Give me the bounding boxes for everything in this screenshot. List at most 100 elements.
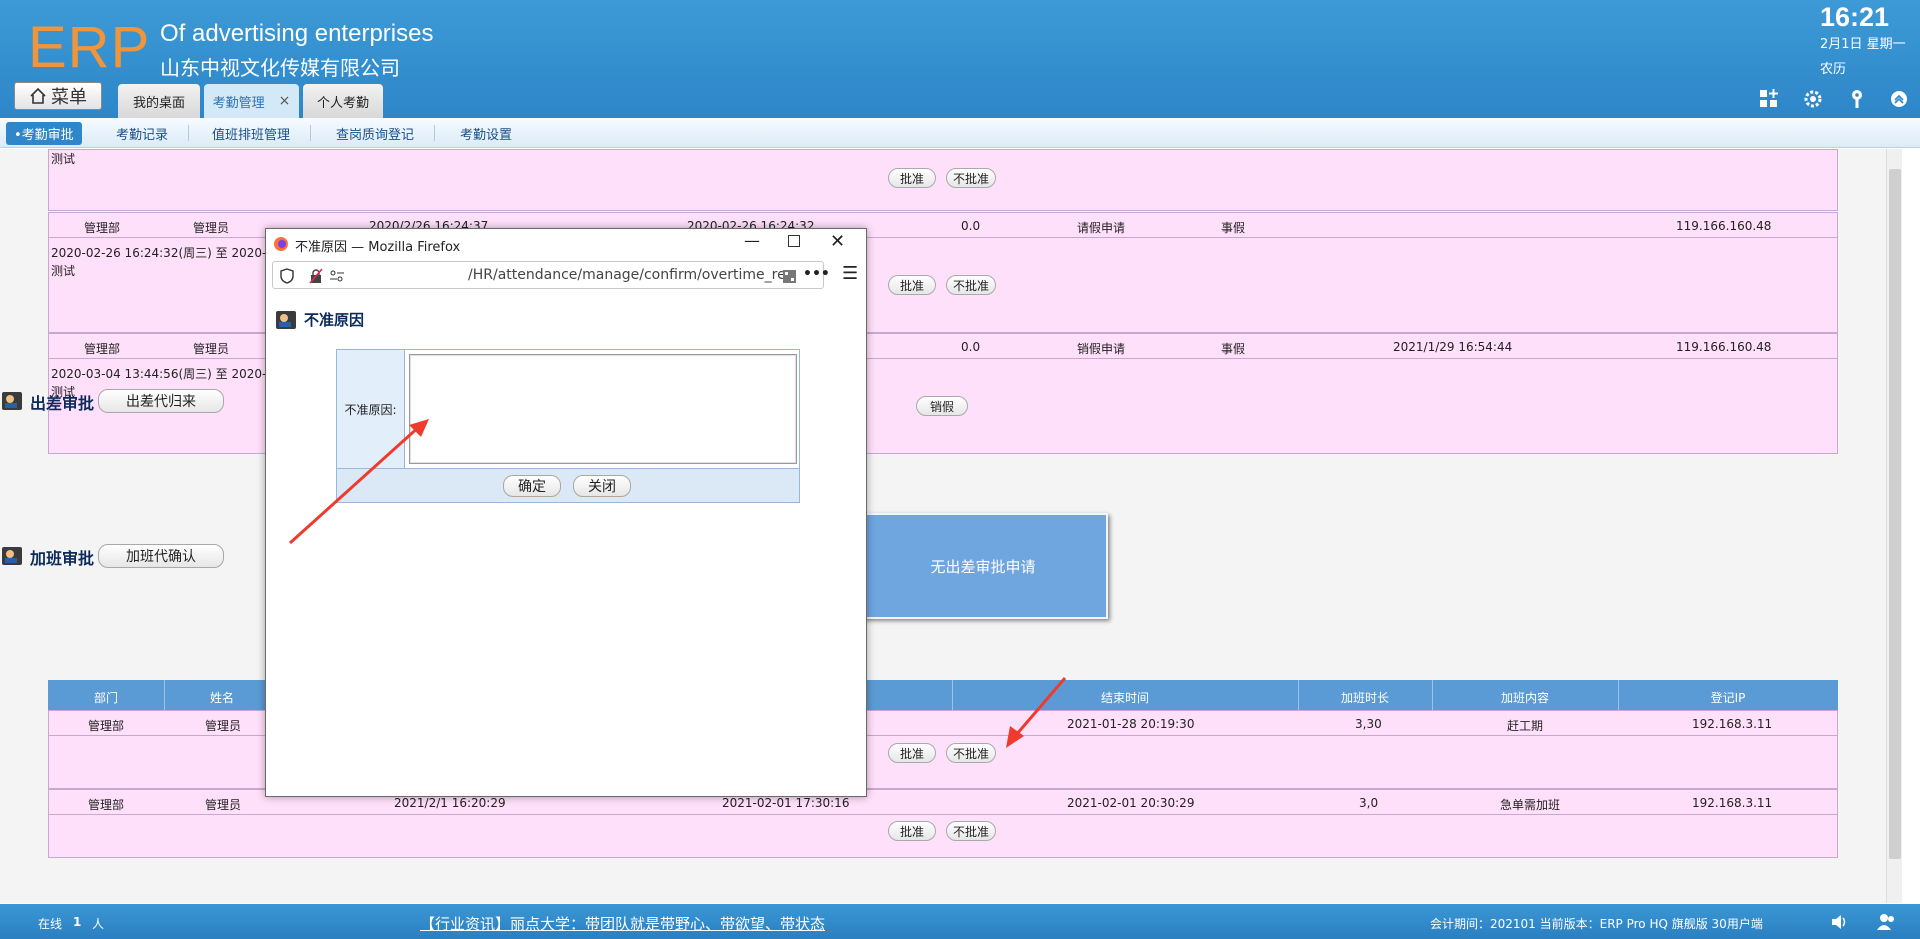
type-cell: 销假申请 bbox=[1077, 342, 1126, 356]
close-icon[interactable]: × bbox=[279, 93, 291, 109]
dept-cell: 管理部 bbox=[88, 719, 125, 733]
tab-my-desktop[interactable]: 我的桌面 bbox=[118, 84, 200, 118]
sub-navigation: •考勤审批 考勤记录 值班排班管理 查岗质询登记 考勤设置 bbox=[0, 118, 1920, 148]
duration-cell: 0.0 bbox=[961, 340, 981, 354]
tab-label: 考勤管理 bbox=[212, 95, 265, 111]
leave-range: 2020-03-04 13:44:56(周三) 至 2020-03 bbox=[51, 367, 282, 381]
leave-detail-row: 测试 批准 不批准 bbox=[48, 149, 1838, 211]
approve-button[interactable]: 批准 bbox=[888, 743, 936, 763]
divider bbox=[310, 125, 311, 141]
dialog-titlebar: 不准原因 — Mozilla Firefox — ✕ bbox=[266, 229, 866, 259]
dialog-heading: 不准原因 bbox=[304, 311, 365, 329]
end-cell: 2021-02-01 20:30:29 bbox=[1067, 796, 1195, 810]
hours-cell: 3,0 bbox=[1359, 796, 1379, 810]
subnav-check-inquiry[interactable]: 查岗质询登记 bbox=[336, 124, 414, 143]
divider bbox=[434, 125, 435, 141]
approval-icon bbox=[276, 311, 296, 329]
address-bar[interactable]: /HR/attendance/manage/confirm/overtime_r… bbox=[272, 261, 830, 289]
home-icon bbox=[30, 87, 46, 104]
collapse-up-icon[interactable] bbox=[1886, 86, 1912, 112]
approval-icon bbox=[2, 392, 22, 410]
column-header: 部门 bbox=[93, 691, 118, 705]
no-trip-message: 无出差审批申请 bbox=[858, 513, 1108, 619]
ip-cell: 119.166.160.48 bbox=[1676, 340, 1772, 354]
reject-button[interactable]: 不批准 bbox=[946, 743, 996, 763]
online-count: 1 bbox=[73, 915, 82, 929]
column-header: 加班时长 bbox=[1340, 691, 1389, 705]
subnav-attendance-settings[interactable]: 考勤设置 bbox=[460, 124, 512, 143]
confirm-button[interactable]: 确定 bbox=[503, 475, 561, 497]
ip-cell: 192.168.3.11 bbox=[1692, 796, 1773, 810]
tab-label: 个人考勤 bbox=[316, 95, 369, 111]
column-header: 加班内容 bbox=[1500, 691, 1549, 705]
key-icon[interactable] bbox=[1844, 86, 1870, 112]
users-icon[interactable] bbox=[1876, 912, 1898, 932]
content-cell: 急单需加班 bbox=[1500, 798, 1561, 812]
column-header: 结束时间 bbox=[1100, 691, 1149, 705]
company-name-cn: 山东中视文化传媒有限公司 bbox=[160, 56, 400, 80]
menu-button[interactable]: 菜单 bbox=[14, 82, 102, 110]
time-cell: 2021/1/29 16:54:44 bbox=[1393, 340, 1513, 354]
reject-reason-textarea[interactable] bbox=[409, 354, 797, 464]
version-info: 会计期间：202101 当前版本：ERP Pro HQ 旗舰版 30用户端 bbox=[1430, 917, 1763, 931]
news-ticker-link[interactable]: 【行业资讯】丽点大学：带团队就是带野心、带欲望、带状态 bbox=[420, 913, 825, 934]
end-cell: 2021-01-28 20:19:30 bbox=[1067, 717, 1195, 731]
online-label: 在线 bbox=[38, 917, 63, 931]
content-cell: 赶工期 bbox=[1507, 719, 1544, 733]
name-cell: 管理员 bbox=[205, 719, 242, 733]
cancel-leave-button[interactable]: 销假 bbox=[916, 396, 968, 416]
online-unit: 人 bbox=[92, 917, 105, 931]
dept-cell: 管理部 bbox=[88, 798, 125, 812]
page-scrollbar[interactable] bbox=[1886, 149, 1902, 903]
reject-button[interactable]: 不批准 bbox=[946, 821, 996, 841]
page-actions-icon[interactable]: ••• bbox=[803, 266, 830, 282]
clock-time: 16:21 bbox=[1820, 2, 1890, 32]
close-icon[interactable]: ✕ bbox=[830, 231, 845, 252]
approve-button[interactable]: 批准 bbox=[888, 168, 936, 188]
scrollbar-thumb[interactable] bbox=[1889, 169, 1901, 859]
reject-button[interactable]: 不批准 bbox=[946, 275, 996, 295]
reject-button[interactable]: 不批准 bbox=[946, 168, 996, 188]
subnav-duty-schedule[interactable]: 值班排班管理 bbox=[212, 124, 290, 143]
ip-cell: 192.168.3.11 bbox=[1692, 717, 1773, 731]
leave-note: 测试 bbox=[51, 152, 76, 166]
register-time-cell: 2021/2/1 16:20:29 bbox=[394, 796, 506, 810]
overtime-confirm-button[interactable]: 加班代确认 bbox=[98, 544, 224, 568]
reject-reason-label: 不准原因: bbox=[337, 350, 405, 468]
grid-add-icon[interactable] bbox=[1756, 86, 1782, 112]
approve-button[interactable]: 批准 bbox=[888, 275, 936, 295]
app-header: ERP Of advertising enterprises 山东中视文化传媒有… bbox=[0, 0, 1920, 118]
name-cell: 管理员 bbox=[205, 798, 242, 812]
type-cell: 请假申请 bbox=[1077, 221, 1126, 235]
permissions-icon bbox=[330, 270, 344, 282]
leave-range: 2020-02-26 16:24:32(周三) 至 2020-02 bbox=[51, 246, 282, 260]
clock-date: 2月1日 星期一 bbox=[1820, 37, 1906, 52]
kind-cell: 事假 bbox=[1221, 342, 1246, 356]
form-button-bar: 确定 关闭 bbox=[337, 468, 799, 502]
insecure-lock-icon bbox=[309, 268, 323, 284]
speaker-icon[interactable] bbox=[1830, 913, 1850, 931]
overtime-action-row: 批准 不批准 bbox=[48, 814, 1838, 858]
hamburger-menu-icon[interactable]: ☰ bbox=[842, 263, 858, 284]
qr-code-icon[interactable] bbox=[783, 270, 796, 283]
gear-icon[interactable] bbox=[1800, 86, 1826, 112]
approval-icon bbox=[2, 547, 22, 565]
dept-cell: 管理部 bbox=[84, 221, 121, 235]
dept-cell: 管理部 bbox=[84, 342, 121, 356]
trip-return-button[interactable]: 出差代归来 bbox=[98, 389, 224, 413]
maximize-icon[interactable] bbox=[788, 235, 800, 247]
approve-button[interactable]: 批准 bbox=[888, 821, 936, 841]
firefox-icon bbox=[274, 237, 288, 251]
dialog-title: 不准原因 — Mozilla Firefox bbox=[295, 240, 461, 255]
tab-personal-attendance[interactable]: 个人考勤 bbox=[303, 84, 383, 118]
erp-logo: ERP bbox=[28, 15, 151, 80]
name-cell: 管理员 bbox=[193, 342, 230, 356]
subnav-attendance-approval[interactable]: •考勤审批 bbox=[6, 122, 82, 145]
trip-approval-title: 出差审批 bbox=[30, 394, 95, 413]
close-button[interactable]: 关闭 bbox=[573, 475, 631, 497]
minimize-icon[interactable]: — bbox=[744, 231, 760, 250]
company-name-en: Of advertising enterprises bbox=[160, 20, 434, 47]
subnav-attendance-records[interactable]: 考勤记录 bbox=[116, 124, 168, 143]
tab-attendance-management[interactable]: 考勤管理 × bbox=[204, 84, 299, 118]
column-header: 姓名 bbox=[209, 691, 234, 705]
